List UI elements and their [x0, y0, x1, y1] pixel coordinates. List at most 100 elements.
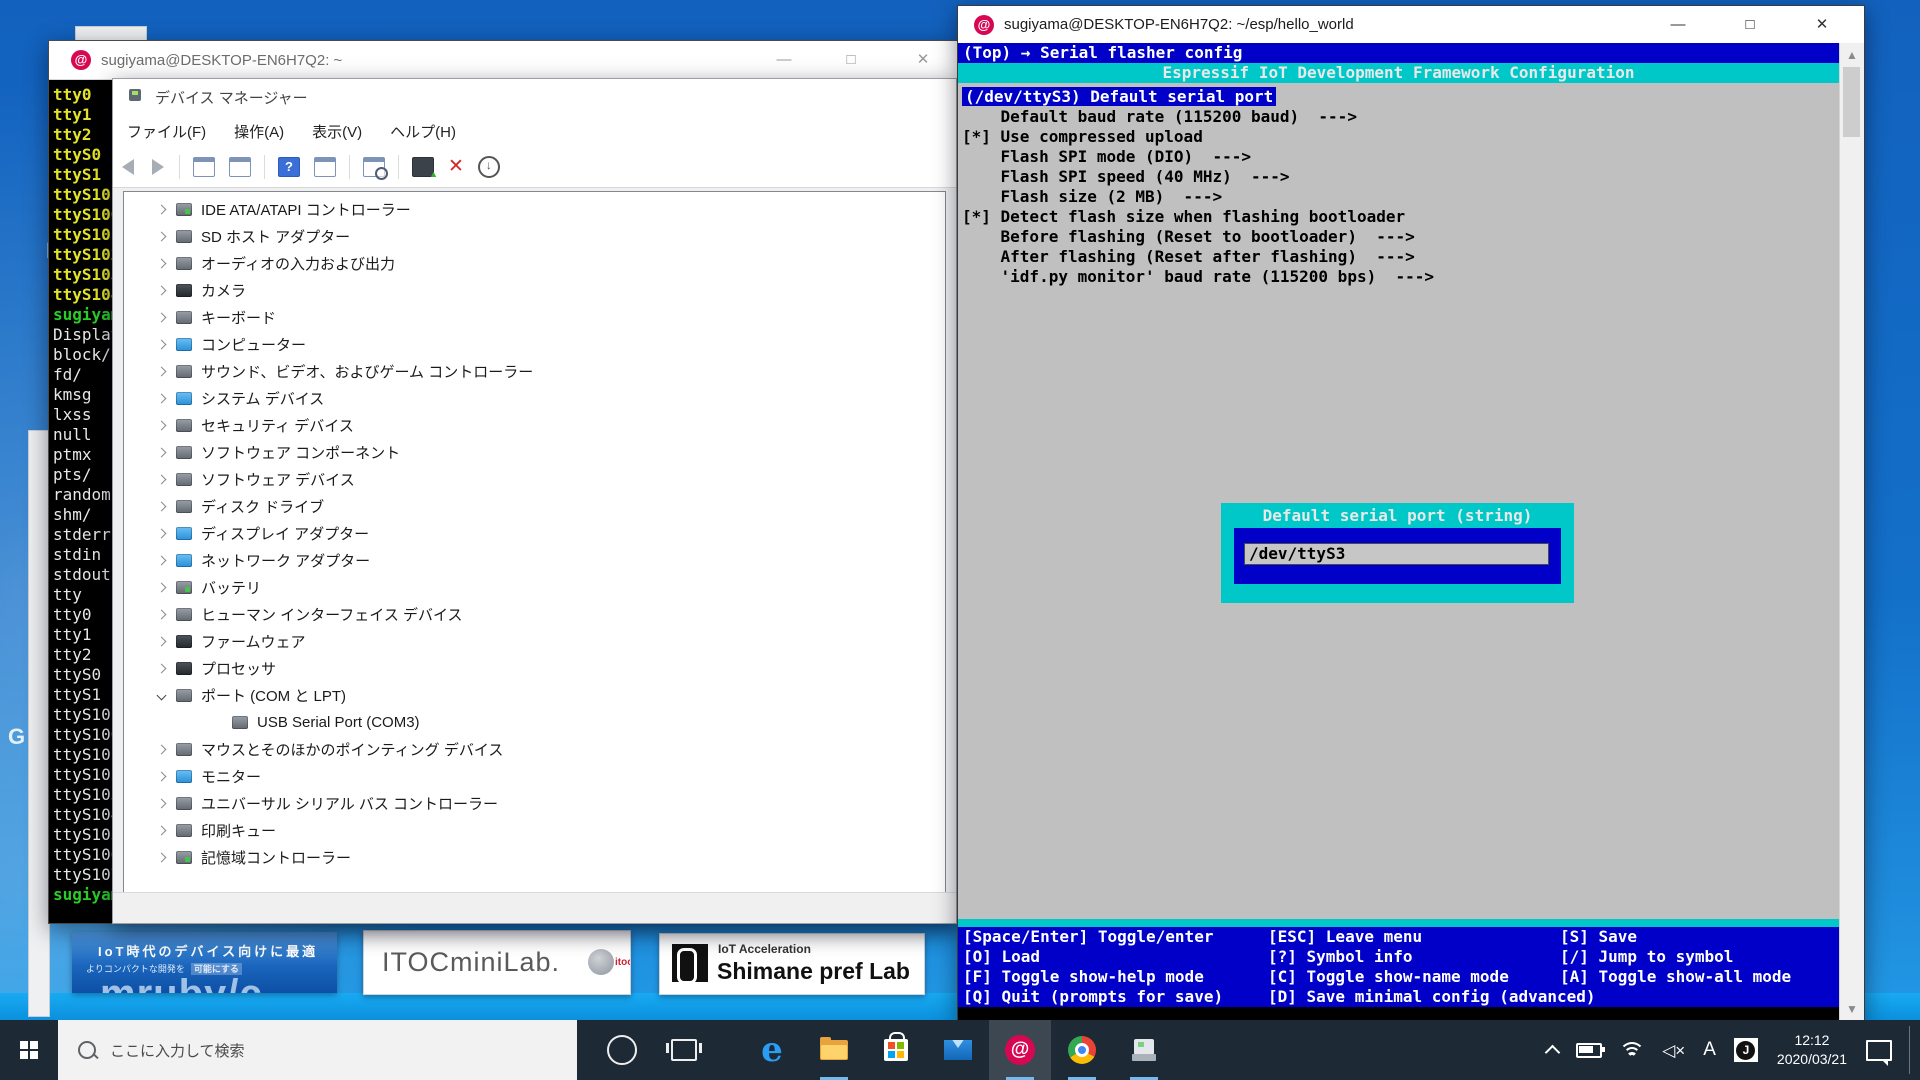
chevron-right-icon[interactable]: [154, 391, 170, 407]
device-tree-row[interactable]: プロセッサ: [124, 655, 945, 682]
chevron-right-icon[interactable]: [154, 661, 170, 677]
device-tree-row[interactable]: ヒューマン インターフェイス デバイス: [124, 601, 945, 628]
chevron-right-icon[interactable]: [154, 634, 170, 650]
debian-terminal-button[interactable]: @: [989, 1020, 1051, 1080]
scroll-up-icon[interactable]: ▲: [1840, 48, 1864, 62]
menu-view[interactable]: 表示(V): [298, 121, 376, 142]
device-tree-row[interactable]: IDE ATA/ATAPI コントローラー: [124, 196, 945, 223]
console-view-icon[interactable]: [193, 157, 215, 177]
device-tree-row[interactable]: オーディオの入力および出力: [124, 250, 945, 277]
chevron-right-icon[interactable]: [154, 364, 170, 380]
chevron-right-icon[interactable]: [154, 283, 170, 299]
menuconfig-item[interactable]: Flash SPI speed (40 MHz) --->: [958, 167, 1839, 187]
chevron-right-icon[interactable]: [154, 850, 170, 866]
action-center-button[interactable]: [1866, 1040, 1892, 1061]
menuconfig-titlebar[interactable]: @ sugiyama@DESKTOP-EN6H7Q2: ~/esp/hello_…: [958, 6, 1864, 43]
chevron-right-icon[interactable]: [154, 337, 170, 353]
device-tree-row[interactable]: カメラ: [124, 277, 945, 304]
menuconfig-item[interactable]: Default baud rate (115200 baud) --->: [958, 107, 1839, 127]
edge-button[interactable]: e: [741, 1020, 803, 1080]
task-view-button[interactable]: [653, 1020, 715, 1080]
device-tree-row[interactable]: モニター: [124, 763, 945, 790]
ime-mode-button[interactable]: A: [1703, 1039, 1716, 1061]
chevron-right-icon[interactable]: [154, 526, 170, 542]
update-driver-icon[interactable]: [412, 157, 434, 177]
cortana-button[interactable]: [591, 1020, 653, 1080]
scroll-thumb[interactable]: [1843, 67, 1860, 137]
chevron-right-icon[interactable]: [154, 607, 170, 623]
chevron-right-icon[interactable]: [154, 742, 170, 758]
mail-button[interactable]: [927, 1020, 989, 1080]
menuconfig-item[interactable]: After flashing (Reset after flashing) --…: [958, 247, 1839, 267]
scrollbar[interactable]: ▲ ▼: [1839, 43, 1864, 1021]
serial-port-input[interactable]: /dev/ttyS3: [1244, 543, 1549, 565]
menuconfig-item[interactable]: 'idf.py monitor' baud rate (115200 bps) …: [958, 267, 1839, 287]
file-explorer-button[interactable]: [803, 1020, 865, 1080]
forward-icon[interactable]: [152, 159, 164, 175]
device-tree-row[interactable]: キーボード: [124, 304, 945, 331]
show-console-tree-icon[interactable]: [314, 157, 336, 177]
maximize-button[interactable]: □: [831, 41, 871, 79]
properties-icon[interactable]: [229, 157, 251, 177]
menu-file[interactable]: ファイル(F): [113, 121, 220, 142]
taskbar-search-input[interactable]: ここに入力して検索: [58, 1020, 577, 1080]
chevron-right-icon[interactable]: [154, 445, 170, 461]
menu-action[interactable]: 操作(A): [220, 121, 298, 142]
scroll-down-icon[interactable]: ▼: [1840, 1002, 1864, 1016]
device-tree-row[interactable]: コンピューター: [124, 331, 945, 358]
chevron-right-icon[interactable]: [154, 553, 170, 569]
menuconfig-item[interactable]: [*] Use compressed upload: [958, 127, 1839, 147]
chevron-right-icon[interactable]: [154, 229, 170, 245]
menuconfig-menu[interactable]: (/dev/ttyS3) Default serial port Default…: [958, 83, 1839, 919]
chevron-down-icon[interactable]: [154, 688, 170, 704]
chrome-button[interactable]: [1051, 1020, 1113, 1080]
close-button[interactable]: ✕: [903, 41, 943, 79]
battery-button[interactable]: [1576, 1043, 1602, 1058]
close-button[interactable]: ✕: [1802, 6, 1842, 43]
chevron-right-icon[interactable]: [154, 580, 170, 596]
device-tree-panel[interactable]: IDE ATA/ATAPI コントローラーSD ホスト アダプターオーディオの入…: [123, 191, 946, 897]
device-tree-row[interactable]: ソフトウェア デバイス: [124, 466, 945, 493]
uninstall-device-icon[interactable]: ✕: [448, 158, 464, 176]
device-manager-button[interactable]: [1113, 1020, 1175, 1080]
device-tree-row[interactable]: ディスク ドライブ: [124, 493, 945, 520]
microsoft-store-button[interactable]: [865, 1020, 927, 1080]
device-tree-row[interactable]: バッテリ: [124, 574, 945, 601]
menuconfig-item-selected[interactable]: (/dev/ttyS3) Default serial port: [958, 87, 1839, 107]
network-button[interactable]: [1620, 1042, 1644, 1059]
device-tree-row[interactable]: ユニバーサル シリアル バス コントローラー: [124, 790, 945, 817]
menu-help[interactable]: ヘルプ(H): [376, 121, 470, 142]
disable-device-icon[interactable]: ↓: [478, 156, 500, 178]
chevron-right-icon[interactable]: [154, 499, 170, 515]
start-button[interactable]: [0, 1020, 58, 1080]
scan-hardware-changes-icon[interactable]: [363, 157, 385, 177]
device-tree-row[interactable]: ディスプレイ アダプター: [124, 520, 945, 547]
help-icon[interactable]: ?: [278, 157, 300, 177]
menuconfig-item[interactable]: [*] Detect flash size when flashing boot…: [958, 207, 1839, 227]
device-tree-row[interactable]: 記憶域コントローラー: [124, 844, 945, 871]
chevron-right-icon[interactable]: [154, 823, 170, 839]
device-tree-row[interactable]: ファームウェア: [124, 628, 945, 655]
menuconfig-item[interactable]: Flash SPI mode (DIO) --->: [958, 147, 1839, 167]
chevron-right-icon[interactable]: [154, 418, 170, 434]
hidden-icons-button[interactable]: [1547, 1043, 1558, 1058]
maximize-button[interactable]: □: [1730, 6, 1770, 43]
volume-button[interactable]: ◁×: [1662, 1042, 1685, 1059]
chevron-right-icon[interactable]: [154, 769, 170, 785]
chevron-right-icon[interactable]: [154, 202, 170, 218]
device-tree-row[interactable]: セキュリティ デバイス: [124, 412, 945, 439]
chevron-right-icon[interactable]: [154, 256, 170, 272]
menuconfig-item[interactable]: Before flashing (Reset to bootloader) --…: [958, 227, 1839, 247]
show-desktop-button[interactable]: [1910, 1020, 1920, 1080]
left-terminal-titlebar[interactable]: @ sugiyama@DESKTOP-EN6H7Q2: ~ — □ ✕: [49, 41, 959, 80]
ime-language-button[interactable]: J: [1734, 1038, 1758, 1062]
device-tree-row[interactable]: 印刷キュー: [124, 817, 945, 844]
device-tree-row[interactable]: システム デバイス: [124, 385, 945, 412]
device-tree-row[interactable]: マウスとそのほかのポインティング デバイス: [124, 736, 945, 763]
taskbar-clock[interactable]: 12:12 2020/03/21: [1777, 1031, 1847, 1069]
minimize-button[interactable]: —: [764, 41, 804, 79]
device-tree-row[interactable]: SD ホスト アダプター: [124, 223, 945, 250]
chevron-right-icon[interactable]: [154, 472, 170, 488]
back-icon[interactable]: [122, 159, 134, 175]
minimize-button[interactable]: —: [1658, 6, 1698, 43]
